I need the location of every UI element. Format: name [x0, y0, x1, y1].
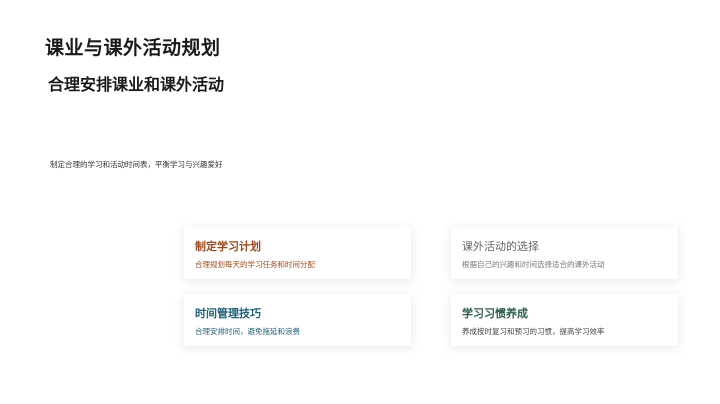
card-text: 合理安排时间，避免拖延和浪费	[195, 327, 300, 336]
card-title: 课外活动的选择	[462, 240, 539, 253]
card-title: 学习习惯养成	[462, 307, 528, 320]
card-time-management: 时间管理技巧 合理安排时间，避免拖延和浪费	[184, 294, 411, 346]
slide-subtitle: 合理安排课业和课外活动	[48, 75, 225, 94]
presentation-slide: 课业与课外活动规划 合理安排课业和课外活动 制定合理的学习和活动时间表，平衡学习…	[0, 0, 720, 404]
card-title: 制定学习计划	[195, 240, 261, 253]
card-activity-choice: 课外活动的选择 根据自己的兴趣和时间选择适合的课外活动	[451, 227, 678, 279]
slide-description: 制定合理的学习和活动时间表，平衡学习与兴趣爱好	[50, 160, 223, 169]
card-text: 养成按时复习和预习的习惯，提高学习效率	[462, 327, 605, 336]
card-text: 合理规划每天的学习任务和时间分配	[195, 260, 315, 269]
card-study-plan: 制定学习计划 合理规划每天的学习任务和时间分配	[184, 227, 411, 279]
card-title: 时间管理技巧	[195, 307, 261, 320]
card-study-habits: 学习习惯养成 养成按时复习和预习的习惯，提高学习效率	[451, 294, 678, 346]
slide-title: 课业与课外活动规划	[45, 37, 221, 59]
card-text: 根据自己的兴趣和时间选择适合的课外活动	[462, 260, 605, 269]
